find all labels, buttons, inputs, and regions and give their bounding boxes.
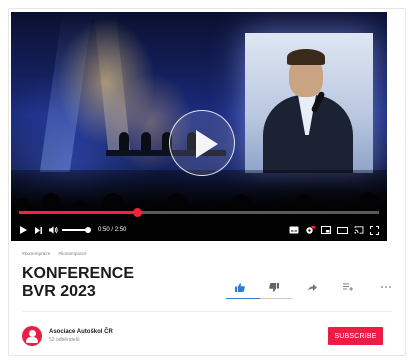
subscriber-count: 52 odběratelů <box>49 337 80 343</box>
theater-mode-icon[interactable] <box>337 222 348 238</box>
speaker-hair <box>287 49 325 65</box>
play-icon[interactable] <box>20 222 27 238</box>
video-title: KONFERENCE BVR 2023 <box>22 265 182 301</box>
more-button[interactable] <box>372 277 400 297</box>
audience-silhouettes <box>11 189 387 223</box>
like-button[interactable] <box>226 277 254 297</box>
fullscreen-icon[interactable] <box>370 222 379 238</box>
volume-knob[interactable] <box>85 227 91 233</box>
volume-icon[interactable] <box>49 222 58 238</box>
channel-info[interactable]: Asociace Autoškol ČR 52 odběratelů <box>22 326 113 346</box>
add-to-playlist-button[interactable] <box>334 277 362 297</box>
thumbs-up-icon <box>235 282 245 292</box>
stage-light <box>39 12 93 172</box>
cast-icon[interactable] <box>354 222 364 238</box>
next-icon[interactable] <box>35 222 42 238</box>
like-ratio-bar <box>226 298 292 299</box>
miniplayer-icon[interactable] <box>321 222 331 238</box>
share-icon <box>307 283 317 291</box>
progress-fill <box>19 211 138 214</box>
avatar[interactable] <box>22 326 42 346</box>
time-separator: / <box>111 227 114 233</box>
time-total: 2:50 <box>114 227 127 233</box>
subscribe-button[interactable]: SUBSCRIBE <box>328 327 383 345</box>
time-display: 0:50 / 2:50 <box>98 227 126 233</box>
projection-screen <box>245 33 373 173</box>
video-title-line: KONFERENCE <box>22 265 135 282</box>
time-current: 0:50 <box>98 227 110 233</box>
add-to-playlist-icon <box>343 283 353 291</box>
player-controls: 0:50 / 2:50 <box>11 220 387 240</box>
hashtag-link[interactable]: #konempraze <box>22 251 50 256</box>
video-actions <box>226 277 396 299</box>
video-title-line: BVR 2023 <box>22 283 96 300</box>
divider <box>22 311 392 312</box>
thumbs-down-icon <box>269 282 279 292</box>
dislike-button[interactable] <box>260 277 288 297</box>
settings-icon[interactable] <box>305 222 315 238</box>
more-icon <box>381 286 391 288</box>
stage-light <box>93 12 131 152</box>
channel-name[interactable]: Asociace Autoškol ČR <box>49 329 113 335</box>
hashtag-link[interactable]: #konempraze <box>58 251 86 256</box>
hashtag-list: #konempraze #konempraze <box>22 251 87 256</box>
video-player[interactable]: 0:50 / 2:50 <box>11 12 387 241</box>
subtitles-icon[interactable] <box>289 222 299 238</box>
volume-slider[interactable] <box>62 227 91 233</box>
share-button[interactable] <box>298 277 326 297</box>
big-play-button[interactable] <box>169 110 235 176</box>
progress-bar[interactable] <box>19 208 379 217</box>
